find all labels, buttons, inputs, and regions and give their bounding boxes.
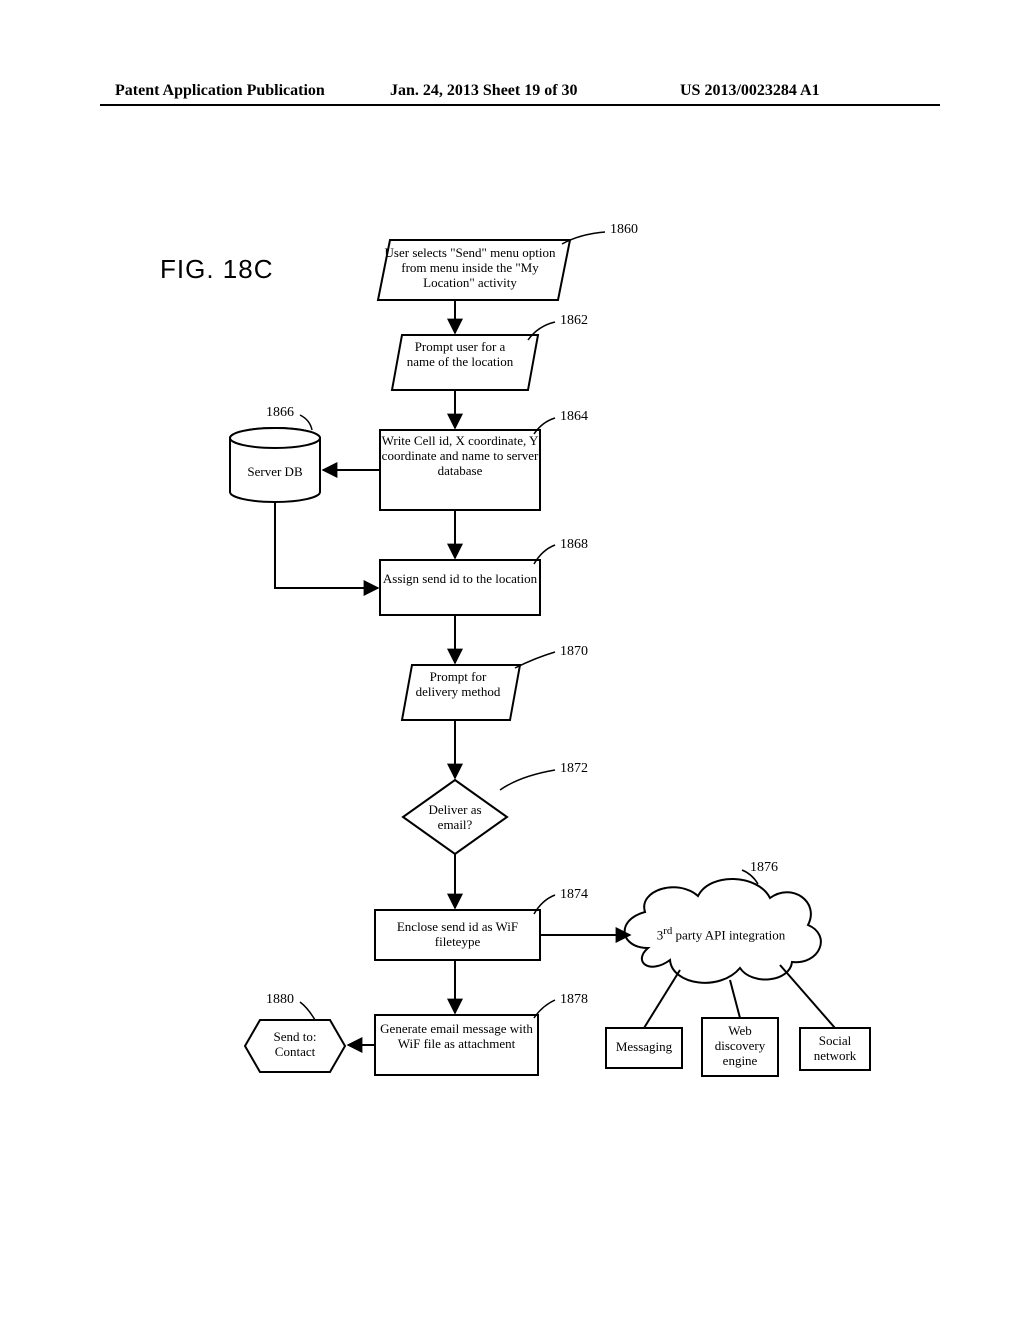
ref-1876: 1876 bbox=[750, 860, 778, 876]
ref-1872: 1872 bbox=[560, 761, 588, 777]
step-1860-text: User selects "Send" menu option from men… bbox=[380, 246, 560, 291]
step-1864-text: Write Cell id, X coordinate, Y coordinat… bbox=[380, 434, 540, 479]
ref-1864: 1864 bbox=[560, 409, 588, 425]
step-1874-text: Enclose send id as WiF fileteype bbox=[375, 920, 540, 950]
step-1876-text: 3rd party API integration bbox=[636, 925, 806, 943]
out-messaging: Messaging bbox=[606, 1040, 682, 1055]
ref-1870: 1870 bbox=[560, 644, 588, 660]
ref-1868: 1868 bbox=[560, 537, 588, 553]
db-label: Server DB bbox=[230, 465, 320, 480]
step-1872-text: Deliver as email? bbox=[412, 803, 498, 833]
ref-1866: 1866 bbox=[266, 405, 294, 421]
flowchart-canvas bbox=[0, 0, 1024, 1320]
out-web: Web discovery engine bbox=[702, 1024, 778, 1069]
step-1862-text: Prompt user for a name of the location bbox=[400, 340, 520, 370]
third-party-rd: rd bbox=[663, 925, 672, 937]
ref-1874: 1874 bbox=[560, 887, 588, 903]
ref-1860: 1860 bbox=[610, 222, 638, 238]
step-1880-text: Send to: Contact bbox=[250, 1030, 340, 1060]
third-party-rest: party API integration bbox=[672, 927, 785, 942]
out-social: Social network bbox=[800, 1034, 870, 1064]
sendto-line1: Send to: bbox=[274, 1029, 317, 1044]
step-1870-text: Prompt for delivery method bbox=[408, 670, 508, 700]
ref-1878: 1878 bbox=[560, 992, 588, 1008]
sendto-line2: Contact bbox=[275, 1044, 315, 1059]
step-1878-text: Generate email message with WiF file as … bbox=[375, 1022, 538, 1052]
step-1868-text: Assign send id to the location bbox=[380, 572, 540, 587]
ref-1862: 1862 bbox=[560, 313, 588, 329]
ref-1880: 1880 bbox=[266, 992, 294, 1008]
